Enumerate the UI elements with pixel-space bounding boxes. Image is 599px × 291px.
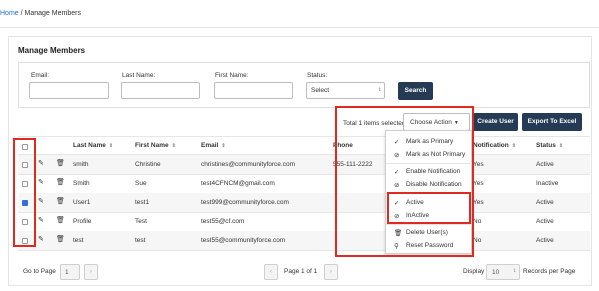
create-user-button[interactable]: Create User [473,113,518,131]
status-label: Status: [307,72,328,79]
cell-email: test999@communityforce.com [201,199,289,206]
cell-first-name: test [135,237,146,244]
status-select-value: Select [311,87,330,94]
last-name-label: Last Name: [122,72,156,79]
breadcrumb-current: Manage Members [24,10,81,17]
cell-notification: Yes [473,199,484,206]
cell-status: Active [536,218,554,225]
sort-icon: ⇕ [511,143,516,149]
trash-icon[interactable]: 🗑 [56,159,65,167]
column-header-last-name[interactable]: Last Name ⇕ [73,136,113,154]
trash-icon[interactable]: 🗑 [56,197,65,205]
breadcrumb: Home / Manage Members [0,10,81,17]
search-button[interactable]: Search [398,82,433,100]
edit-icon[interactable]: ✎ [38,216,44,224]
cell-status: Active [536,237,554,244]
select-arrows-icon: ↕ [378,87,381,93]
highlight-action-area [335,106,474,257]
cell-email: christines@communityforce.com [201,161,296,168]
page-number-input[interactable]: 1 [60,264,80,280]
export-excel-button[interactable]: Export To Excel [522,113,582,131]
go-next-chevron-icon[interactable]: › [84,264,98,280]
edit-icon[interactable]: ✎ [38,178,44,186]
highlight-active-inactive [387,192,471,224]
cell-last-name: smith [73,161,89,168]
sort-icon: ⇕ [221,143,226,149]
first-name-field[interactable] [214,82,293,99]
edit-icon[interactable]: ✎ [38,159,44,167]
first-name-header-label: First Name [135,142,169,149]
header-divider [0,27,599,28]
table-row[interactable]: ✎ 🗑 Profile Test test55@cf.com No Active [18,212,590,231]
cell-notification: Yes [473,180,484,187]
table-row[interactable]: ✎ 🗑 User1 test1 test999@communityforce.c… [18,193,590,212]
status-select[interactable]: Select ↕ [306,82,385,99]
cell-first-name: Test [135,218,147,225]
table-row[interactable]: ✎ 🗑 test test test55@communityforce.com … [18,231,590,250]
cell-status: Active [536,199,554,206]
cell-last-name: User1 [73,199,91,206]
search-filter-box: Email: Last Name: First Name: Status: Se… [18,62,590,108]
email-label: Email: [31,72,50,79]
cell-last-name: Profile [73,218,92,225]
page-title: Manage Members [18,46,86,55]
table-row[interactable]: ✎ 🗑 Smith Sue test4CFNCM@gmail.com Yes I… [18,174,590,193]
cell-notification: Yes [473,161,484,168]
page-of-label: Page 1 of 1 [284,268,318,275]
members-table: Last Name ⇕ First Name ⇕ Email ⇕ Phone Noti… [18,136,590,251]
table-row[interactable]: ✎ 🗑 smith Christine christines@community… [18,155,590,174]
cell-notification: No [473,237,482,244]
sort-icon: ⇕ [108,143,114,149]
records-per-page-label: Records per Page [523,268,576,275]
column-header-first-name[interactable]: First Name ⇕ [135,136,176,154]
cell-first-name: Sue [135,180,147,187]
display-label: Display [463,268,485,275]
next-page-chevron-icon[interactable]: › [324,264,338,280]
edit-icon[interactable]: ✎ [38,235,44,243]
cell-status: Inactive [536,180,559,187]
cell-notification: No [473,218,482,225]
cell-email: test55@communityforce.com [201,237,286,244]
last-name-header-label: Last Name [73,142,106,149]
edit-icon[interactable]: ✎ [38,197,44,205]
last-name-field[interactable] [121,82,200,99]
first-name-label: First Name: [215,72,249,79]
records-per-page-value: 10 [492,269,500,276]
go-to-page-label: Go to Page [23,268,56,275]
breadcrumb-home-link[interactable]: Home [0,10,19,17]
sort-icon: ⇕ [558,143,564,149]
cell-first-name: Christine [135,161,161,168]
email-field[interactable] [29,82,109,99]
sort-icon: ⇕ [171,143,176,149]
records-per-page-select[interactable]: 10 ↕ [486,264,520,280]
column-header-status[interactable]: Status ⇕ [536,136,563,154]
table-bottom-border [18,250,590,251]
trash-icon[interactable]: 🗑 [56,178,65,186]
cell-email: test55@cf.com [201,218,245,225]
column-header-email[interactable]: Email ⇕ [201,136,226,154]
column-header-notification[interactable]: Notification ⇕ [473,136,516,154]
select-arrows-icon: ↕ [513,268,516,274]
trash-icon[interactable]: 🗑 [56,216,65,224]
email-header-label: Email [201,142,219,149]
cell-last-name: test [73,237,84,244]
notification-header-label: Notification [473,142,509,149]
status-header-label: Status [536,142,556,149]
cell-first-name: test1 [135,199,150,206]
cell-status: Active [536,161,554,168]
prev-page-chevron-icon[interactable]: ‹ [264,264,278,280]
cell-email: test4CFNCM@gmail.com [201,180,275,187]
trash-icon[interactable]: 🗑 [56,235,65,243]
highlight-checkbox-column [13,138,36,247]
cell-last-name: Smith [73,180,90,187]
